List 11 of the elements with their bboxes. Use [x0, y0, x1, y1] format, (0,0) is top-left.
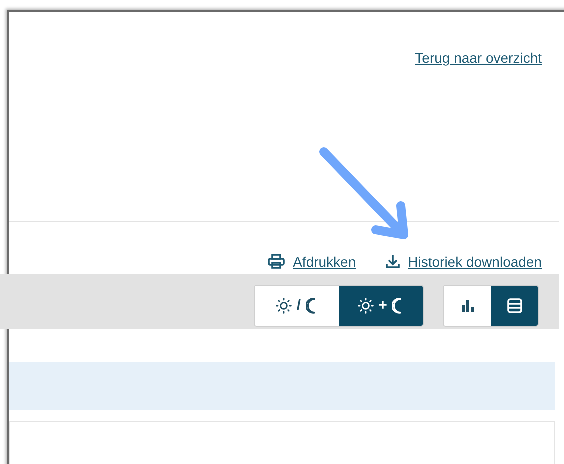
print-link[interactable]: Afdrukken — [293, 254, 356, 270]
sun-icon — [358, 298, 374, 314]
day-night-toggle[interactable]: + — [339, 286, 423, 326]
sun-icon — [276, 298, 292, 314]
view-toggle[interactable] — [491, 286, 538, 326]
printer-icon — [268, 254, 286, 269]
back-link[interactable]: Terug naar overzicht — [415, 50, 542, 66]
bar-chart-icon — [460, 299, 474, 312]
list-icon — [506, 298, 522, 314]
download-icon — [386, 254, 400, 269]
download-link[interactable]: Historiek downloaden — [408, 254, 542, 270]
